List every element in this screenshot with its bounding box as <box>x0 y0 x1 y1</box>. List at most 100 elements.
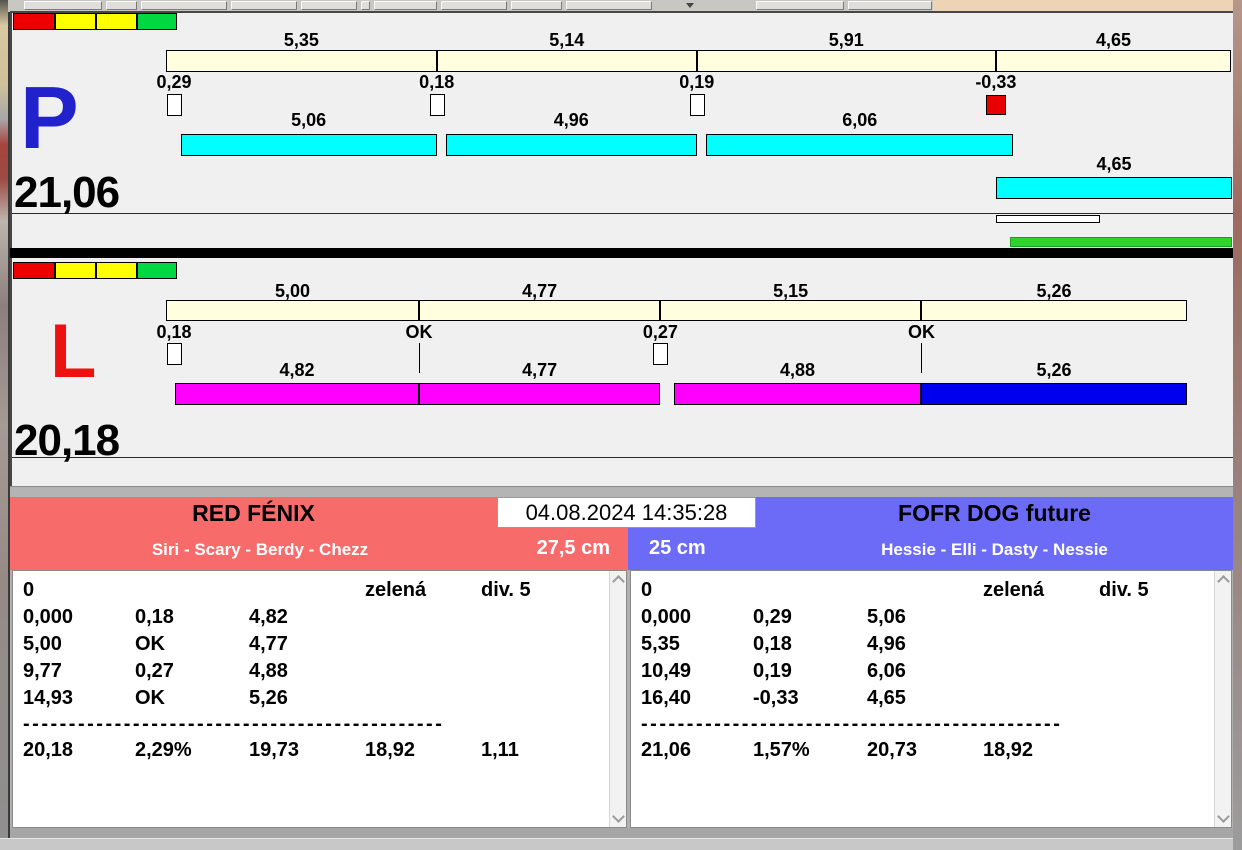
team-left-height: 27,5 cm <box>536 537 610 559</box>
plan-bar-segment <box>419 300 661 321</box>
run-bar-segment <box>419 383 661 405</box>
legend-box-0 <box>13 262 55 279</box>
plan-bar-segment <box>436 50 697 72</box>
sheet-cell: 0,18 <box>135 606 174 628</box>
sheet-cell: 0,000 <box>23 606 74 628</box>
checkpoint-label: 0,27 <box>642 322 678 342</box>
plan-segment-label: 5,35 <box>283 30 319 50</box>
run-bar-segment <box>445 134 697 156</box>
panel-total: 20,18 <box>14 416 120 465</box>
team-left-name: RED FÉNIX <box>192 500 315 526</box>
window-right-border <box>1233 0 1242 850</box>
run-segment-label: 4,88 <box>779 360 816 380</box>
checkpoint-box <box>167 343 182 365</box>
results-textarea-left[interactable]: 0 zelená div. 5 0,000 0,18 4,82 5,00 OK 4,77 9,77… <box>12 570 627 828</box>
plan-bar-segment <box>920 300 1188 321</box>
sheet-cell: 0,27 <box>135 660 174 682</box>
panel-letter: P <box>20 68 79 167</box>
legend-box-3 <box>137 262 177 279</box>
run-segment-label: 5,06 <box>291 110 327 130</box>
team-right-name: FOFR DOG future <box>898 500 1091 526</box>
chevron-down-icon <box>1217 810 1230 823</box>
sheet-cell: 16,40 <box>641 687 692 709</box>
run-bar-segment <box>920 383 1188 405</box>
app-screen: 5,35 5,14 5,91 4,65 0,29 0,18 0,19 -0,33 5,06 4,9… <box>0 0 1242 850</box>
sheet-cell: 5,06 <box>867 606 906 628</box>
sheet-cell: 4,88 <box>249 660 288 682</box>
plan-segment-label: 5,15 <box>773 281 809 301</box>
checkpoint-tick <box>419 343 420 373</box>
run-segment-label: 4,65 <box>1096 154 1132 174</box>
sheet-cell: 6,06 <box>867 660 906 682</box>
results-textarea-right[interactable]: 0 zelená div. 5 0,000 0,29 5,06 5,35 0,18 4,96 10… <box>630 570 1232 828</box>
plan-segment-label: 5,14 <box>549 30 585 50</box>
panel-total: 21,06 <box>14 168 120 217</box>
checkpoint-label: 0,18 <box>419 72 455 92</box>
sheet-cell: 0,18 <box>753 633 792 655</box>
run-bar-segment <box>706 134 1014 156</box>
window-bottom-edge <box>0 838 1242 850</box>
plan-segment-label: 5,00 <box>274 281 311 301</box>
team-left-dogs: Siri - Scary - Berdy - Chezz <box>151 540 369 559</box>
aux-bar-white <box>996 215 1101 223</box>
plan-bar-segment <box>166 50 437 72</box>
checkpoint-box <box>653 343 669 365</box>
chevron-up-icon <box>612 575 625 588</box>
plan-bar-segment <box>166 300 419 321</box>
team-right-dogs: Hessie - Elli - Dasty - Nessie <box>881 540 1108 559</box>
run-segment-label: 5,26 <box>1036 360 1072 380</box>
run-bar-segment <box>175 383 419 405</box>
plan-segment-label: 4,65 <box>1095 30 1132 50</box>
aux-bar-green <box>1010 237 1232 247</box>
sheet-cell: 4,82 <box>249 606 288 628</box>
sheet-cell: 0,29 <box>753 606 792 628</box>
checkpoint-box <box>689 94 705 116</box>
sheet-cell: 4,65 <box>867 687 906 709</box>
legend-box-3 <box>137 13 177 30</box>
sheet-cell: 0,19 <box>753 660 792 682</box>
sheet-summary-cell: 2,29% <box>135 739 192 761</box>
run-bar-segment <box>996 177 1232 199</box>
plan-bar-segment <box>696 50 996 72</box>
checkpoint-label: 0,19 <box>679 72 715 92</box>
checkpoint-label: 0,29 <box>156 72 192 92</box>
chevron-down-icon <box>612 810 625 823</box>
checkpoint-label: OK <box>907 322 935 342</box>
checkpoint-label: 0,18 <box>156 322 192 342</box>
panel-letter: L <box>50 309 97 394</box>
scroll-up-button[interactable] <box>610 571 626 588</box>
checkpoint-tick <box>921 343 923 373</box>
legend-box-0 <box>13 13 55 30</box>
team-right-height: 25 cm <box>649 537 706 559</box>
sheet-summary-cell: 18,92 <box>983 739 1034 761</box>
chevron-up-icon <box>1217 575 1230 588</box>
run-segment-label: 6,06 <box>842 110 878 130</box>
datetime-display: 04.08.2024 14:35:28 <box>497 497 756 528</box>
scroll-up-button[interactable] <box>1215 571 1231 588</box>
sheet-summary-cell: 20,73 <box>867 739 918 761</box>
legend-box-2 <box>96 13 137 30</box>
run-segment-label: 4,77 <box>522 360 558 380</box>
sheet-cell: OK <box>135 687 165 709</box>
checkpoint-box <box>429 94 445 116</box>
scrollbar-left[interactable] <box>609 571 626 827</box>
sheet-cell: 5,35 <box>641 633 680 655</box>
sheet-cell: 5,26 <box>249 687 288 709</box>
results-text-left: 0 zelená div. 5 0,000 0,18 4,82 5,00 OK 4,77 9,77… <box>13 571 609 827</box>
sheet-cell: OK <box>135 633 165 655</box>
sheet-summary-cell: 1,57% <box>753 739 810 761</box>
sheet-cell: -0,33 <box>753 687 799 709</box>
sheet-cell: 9,77 <box>23 660 62 682</box>
scroll-down-button[interactable] <box>610 810 626 827</box>
scroll-down-button[interactable] <box>1215 810 1231 827</box>
plan-segment-label: 5,91 <box>828 30 864 50</box>
scrollbar-right[interactable] <box>1214 571 1231 827</box>
sheet-header-cell: zelená <box>365 579 427 601</box>
run-segment-label: 4,96 <box>553 110 589 130</box>
plan-segment-label: 4,77 <box>522 281 558 301</box>
legend-box-1 <box>55 13 96 30</box>
sheet-header-cell: div. 5 <box>481 579 531 601</box>
checkpoint-label: OK <box>405 322 433 342</box>
sheet-header-cell: zelená <box>983 579 1045 601</box>
sheet-separator: ----------------------------------------… <box>641 713 1063 735</box>
